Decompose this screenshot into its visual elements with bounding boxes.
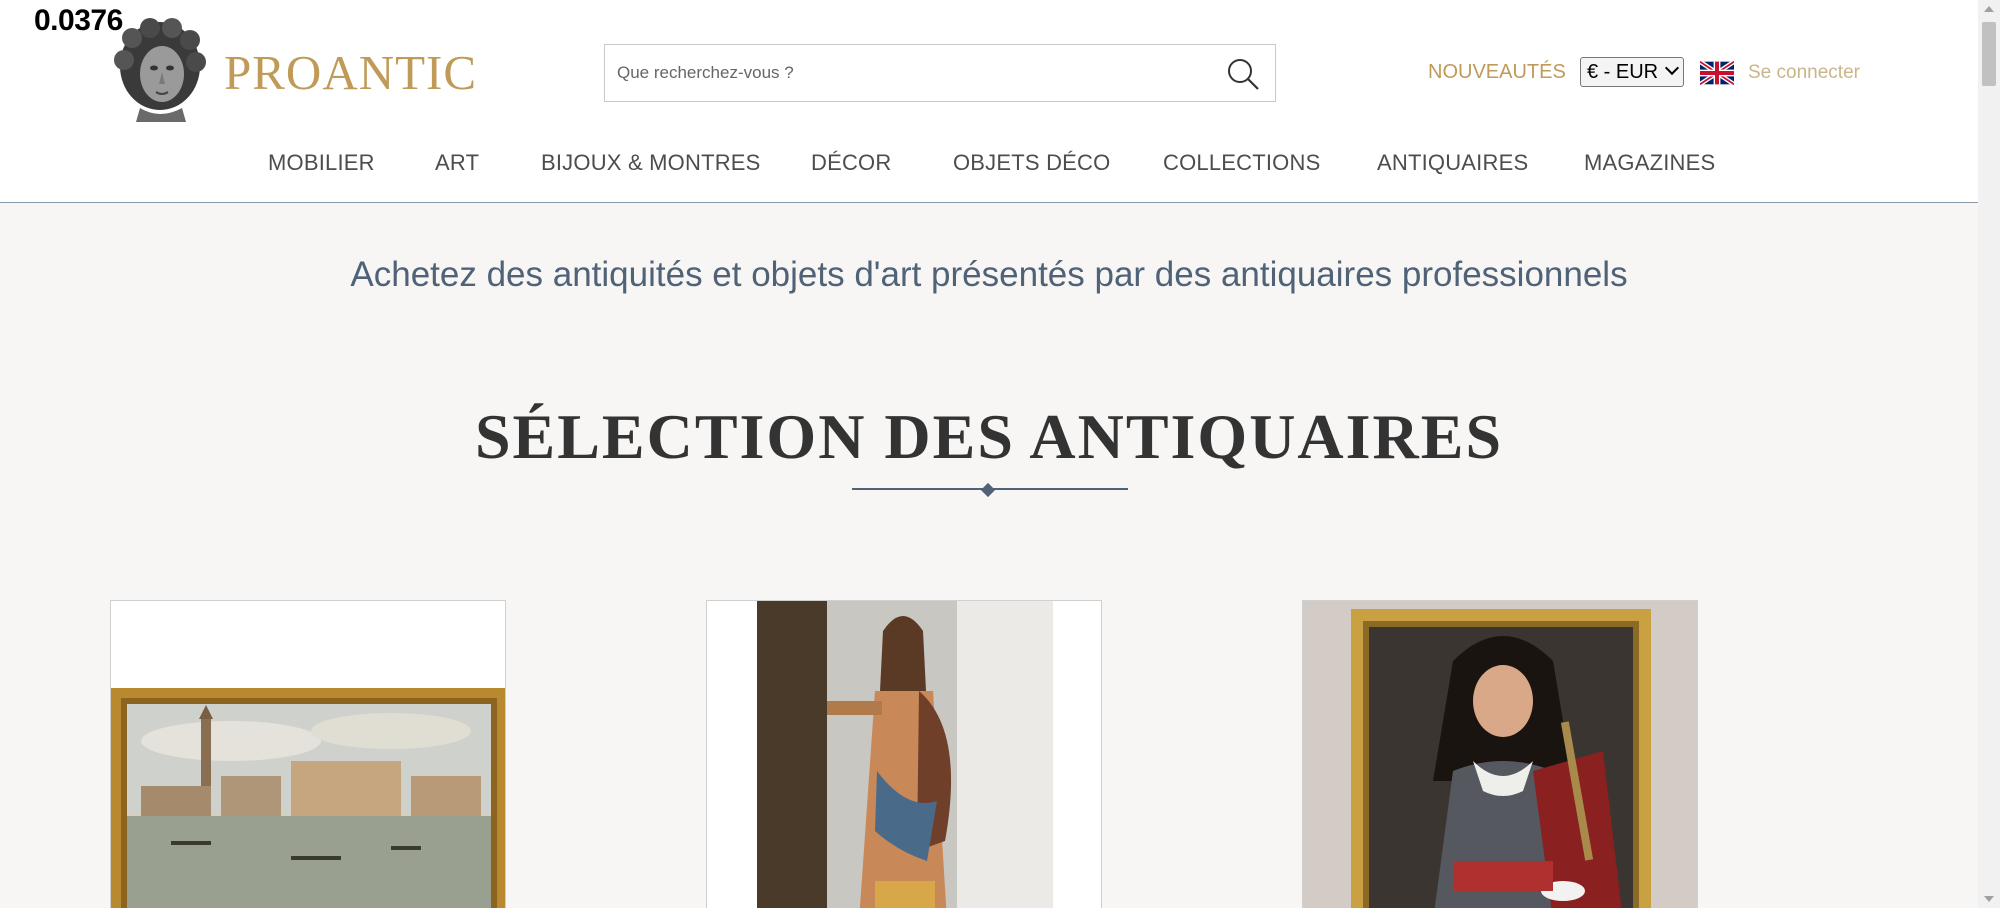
brand-name[interactable]: PROANTIC bbox=[224, 44, 477, 101]
login-link[interactable]: Se connecter bbox=[1748, 62, 1860, 84]
currency-value: € - EUR bbox=[1587, 61, 1659, 83]
nav-item-objets-deco[interactable]: OBJETS DÉCO bbox=[953, 150, 1110, 176]
chevron-down-icon bbox=[1664, 60, 1680, 76]
scrollbar-thumb[interactable] bbox=[1982, 22, 1996, 86]
nouveautes-link[interactable]: NOUVEAUTÉS bbox=[1428, 61, 1566, 84]
section-title: SÉLECTION DES ANTIQUAIRES bbox=[474, 401, 1504, 472]
currency-select[interactable]: € - EUR bbox=[1580, 57, 1684, 87]
page-scrollbar[interactable] bbox=[1978, 0, 2000, 908]
nav-item-mobilier[interactable]: MOBILIER bbox=[268, 150, 375, 176]
page-tagline: Achetez des antiquités et objets d'art p… bbox=[350, 255, 1628, 294]
page: PROANTIC NOUVEAUTÉS € - EUR Se connecter… bbox=[0, 0, 2000, 908]
scroll-up-icon[interactable] bbox=[1984, 6, 1994, 12]
uk-flag-icon[interactable] bbox=[1700, 61, 1734, 85]
nav-item-antiquaires[interactable]: ANTIQUAIRES bbox=[1377, 150, 1528, 176]
product-card-portrait-painting[interactable] bbox=[1302, 600, 1698, 908]
scroll-down-icon[interactable] bbox=[1984, 896, 1994, 902]
nav-item-magazines[interactable]: MAGAZINES bbox=[1584, 150, 1715, 176]
search-input[interactable] bbox=[605, 45, 1205, 101]
bust-logo-icon[interactable] bbox=[110, 16, 210, 122]
venice-painting-image bbox=[111, 688, 505, 908]
portrait-painting-image bbox=[1303, 601, 1697, 908]
search-icon[interactable] bbox=[1225, 56, 1261, 92]
debug-counter: 0.0376 bbox=[34, 4, 123, 37]
divider-diamond-icon bbox=[980, 482, 996, 498]
wooden-statue-image bbox=[707, 601, 1101, 908]
product-card-wooden-statue[interactable] bbox=[706, 600, 1102, 908]
nav-item-art[interactable]: ART bbox=[435, 150, 479, 176]
nav-item-bijoux-montres[interactable]: BIJOUX & MONTRES bbox=[541, 150, 761, 176]
search-box bbox=[604, 44, 1276, 102]
nav-item-collections[interactable]: COLLECTIONS bbox=[1163, 150, 1320, 176]
main-nav: MOBILIER ART BIJOUX & MONTRES DÉCOR OBJE… bbox=[0, 150, 1978, 180]
nav-item-decor[interactable]: DÉCOR bbox=[811, 150, 891, 176]
product-card-venice-painting[interactable] bbox=[110, 600, 506, 908]
site-header: PROANTIC NOUVEAUTÉS € - EUR Se connecter… bbox=[0, 0, 1978, 203]
